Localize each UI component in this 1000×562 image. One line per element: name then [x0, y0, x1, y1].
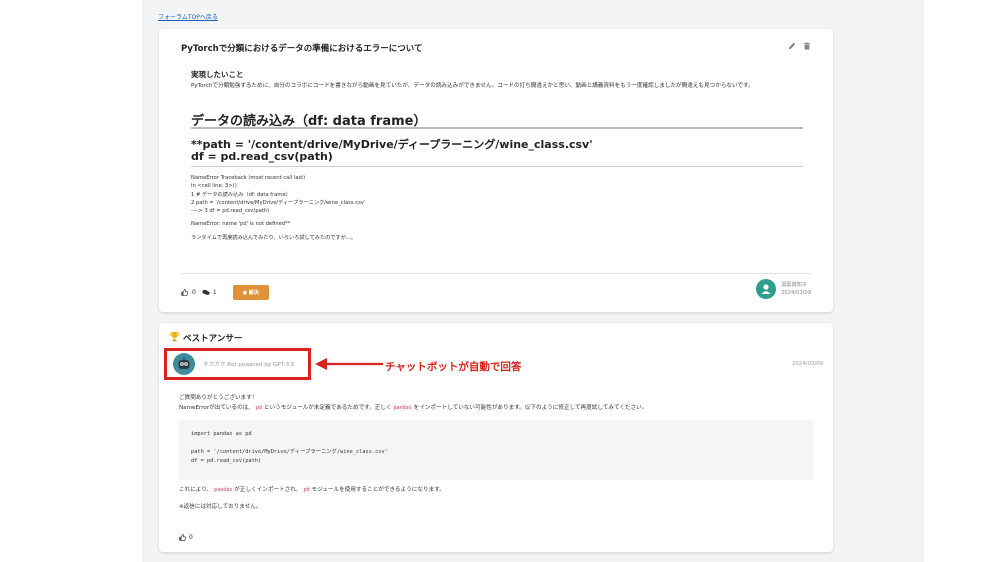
- code-line: import pandas as pd: [191, 431, 252, 437]
- answer-body: ご質問ありがとうございます！ NameErrorが出ているのは、 pd というモジュ…: [179, 394, 819, 413]
- error-line: 2 path = '/content/drive/MyDrive/ディープラーニ…: [191, 199, 366, 206]
- annotation-text: チャットボットが自動で回答: [385, 361, 522, 373]
- answer-text: NameErrorが出ているのは、: [179, 404, 254, 411]
- question-footer: 0 1 ● 解決: [181, 285, 269, 300]
- heading-divider-2: [191, 166, 803, 167]
- inline-code: pandas: [212, 487, 235, 493]
- error-line: NameError Traceback (most recent call la…: [191, 175, 306, 181]
- inline-code: pd: [301, 487, 312, 493]
- question-title: PyTorchで分類におけるデータの準備におけるエラーについて: [181, 44, 423, 54]
- heading-divider: [191, 127, 803, 129]
- comment-count: 1: [212, 289, 217, 296]
- error-line: ----> 3 df = pd.read_csv(path): [191, 208, 270, 215]
- comment-icon[interactable]: [202, 289, 210, 296]
- best-answer-header: ベストアンサー: [169, 331, 242, 345]
- pencil-icon[interactable]: [787, 41, 796, 50]
- author-meta: 酒葉真知子 2024/03/09: [781, 281, 811, 297]
- question-card: PyTorchで分類におけるデータの準備におけるエラーについて 実現したいこと …: [159, 29, 833, 312]
- answer-text: をインポートしていない可能性があります。以下のように修正して再度試してみてくださ…: [413, 404, 648, 411]
- thumbs-up-icon[interactable]: [179, 534, 187, 541]
- question-paragraph: PyTorchで分類勉強するために、自分のコラボにコードを書きながら動画を見てい…: [191, 83, 754, 89]
- bot-highlight-box: キカガク Bot powered by GPT-3.5: [164, 348, 311, 380]
- like-count: 0: [192, 289, 196, 296]
- inline-code: pandas: [391, 404, 414, 411]
- answer-date: 2024/03/09: [791, 361, 823, 367]
- question-author: 酒葉真知子 2024/03/09: [756, 279, 811, 299]
- inline-code: pd: [253, 404, 264, 411]
- bot-icon: [173, 353, 195, 375]
- back-to-forum-link[interactable]: フォーラムTOPへ戻る: [158, 12, 218, 21]
- error-line: 1 # データの読み込み（df: data frame）: [191, 191, 291, 198]
- answer-text: モジュールを使用することができるようになります。: [311, 487, 445, 493]
- heading-path: **path = '/content/drive/MyDrive/ディープラーニ…: [191, 139, 803, 163]
- answer-text: が正しくインポートされ、: [234, 487, 302, 493]
- arrow-icon: [315, 358, 383, 370]
- trophy-icon: [169, 331, 180, 345]
- code-line: df = pd.read_csv(path): [191, 458, 262, 464]
- answer-greeting: ご質問ありがとうございます！: [179, 395, 258, 401]
- best-answer-card: ベストアンサー キカガク Bot powered by GPT-3.5 チャット…: [159, 323, 833, 552]
- answer-like-count: 0: [189, 534, 193, 541]
- question-tools: [787, 41, 811, 50]
- bot-name: キカガク Bot powered by GPT-3.5: [203, 362, 295, 368]
- code-block: import pandas as pd path = '/content/dri…: [179, 420, 813, 480]
- error-name: NameError: name 'pd' is not defined**: [191, 221, 291, 228]
- answer-footer: 0: [179, 534, 193, 541]
- heading-path-line2: df = pd.read_csv(path): [191, 150, 333, 163]
- author-date: 2024/03/09: [781, 290, 811, 296]
- footer-divider: [181, 273, 811, 274]
- best-answer-title: ベストアンサー: [183, 334, 243, 344]
- author-name: 酒葉真知子: [781, 282, 808, 288]
- question-closing: ランタイムで再度読み込んでみたり、いろいろ試してみたのですが...。: [191, 234, 357, 241]
- solved-badge: ● 解決: [232, 285, 269, 300]
- section-heading: 実現したいこと: [191, 70, 244, 79]
- trash-icon[interactable]: [802, 41, 811, 50]
- answer-explanation: NameErrorが出ているのは、 pd というモジュールが未定義であるためです。正…: [179, 404, 819, 414]
- error-line: in <cell line: 3>(): [191, 183, 237, 190]
- answer-note: ※返信には対応しておりません。: [179, 504, 262, 510]
- answer-text: というモジュールが未定義であるためです。正しく: [263, 404, 392, 411]
- answer-conclusion: これにより、 pandas が正しくインポートされ、 pd モジュールを使用することがで…: [179, 486, 819, 496]
- user-icon[interactable]: [756, 279, 777, 299]
- code-line: path = '/content/drive/MyDrive/ディープラーニング…: [191, 449, 388, 455]
- thumbs-up-icon[interactable]: [181, 289, 189, 296]
- answer-text: これにより、: [179, 487, 213, 493]
- error-traceback: NameError Traceback (most recent call la…: [191, 174, 803, 242]
